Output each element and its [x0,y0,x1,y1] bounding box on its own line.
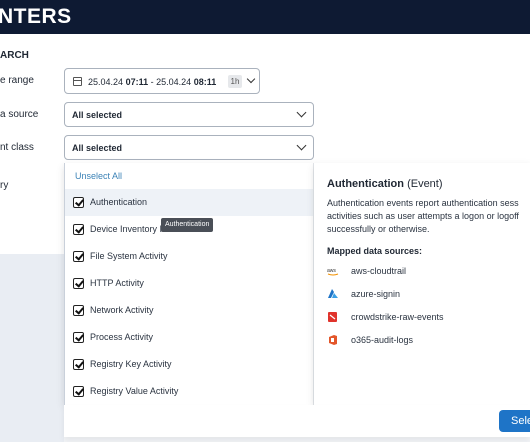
option-authentication[interactable]: Authentication [65,189,313,216]
event-class-dropdown: Unselect All Authentication Device Inven… [64,163,314,405]
office-icon [327,335,339,345]
time-range-picker[interactable]: 25.04.24 07:11 - 25.04.24 08:11 1h [64,68,260,94]
data-source-value: All selected [72,110,123,120]
option-label: File System Activity [90,251,168,261]
option-label: Process Activity [90,332,154,342]
option-process-activity[interactable]: Process Activity [65,324,313,351]
chevron-down-icon[interactable] [246,74,256,84]
checkbox[interactable] [73,224,84,235]
duration-badge[interactable]: 1h [228,75,242,88]
mapped-sources-label: Mapped data sources: [327,246,423,256]
option-label: Registry Value Activity [90,386,179,396]
event-class-label: nt class [0,142,34,153]
select-button[interactable]: Sele [499,410,530,432]
background-area [0,254,64,442]
aws-icon: aws [327,266,339,276]
checkbox[interactable] [73,359,84,370]
option-label: Registry Key Activity [90,359,172,369]
checkbox[interactable] [73,278,84,289]
option-file-system-activity[interactable]: File System Activity [65,243,313,270]
data-source-label: a source [0,109,39,120]
event-class-select[interactable]: All selected [64,135,314,160]
event-class-value: All selected [72,143,123,153]
chevron-down-icon [296,140,307,151]
option-network-activity[interactable]: Network Activity [65,297,313,324]
unselect-all-link[interactable]: Unselect All [75,171,122,181]
section-label: ARCH [0,50,29,61]
dialog-footer [64,405,530,437]
crowdstrike-icon [327,312,339,322]
tooltip: Authentication [161,218,214,232]
chevron-down-icon [296,107,307,118]
time-range-value: 25.04.24 07:11 - 25.04.24 08:11 [88,77,217,87]
option-registry-value-activity[interactable]: Registry Value Activity [65,378,313,405]
checkbox[interactable] [73,386,84,397]
checkbox[interactable] [73,305,84,316]
azure-icon [327,289,339,299]
details-title: Authentication (Event) [327,178,443,190]
option-registry-key-activity[interactable]: Registry Key Activity [65,351,313,378]
checkbox[interactable] [73,197,84,208]
data-source-select[interactable]: All selected [64,102,314,127]
checkbox[interactable] [73,251,84,262]
option-http-activity[interactable]: HTTP Activity [65,270,313,297]
svg-text:aws: aws [327,268,336,274]
app-header: NTERS [0,0,530,34]
category-label: ry [0,180,9,191]
details-description: Authentication events report authenticat… [327,198,519,234]
option-label: Network Activity [90,305,154,315]
option-label: Authentication [90,197,148,207]
time-range-label: e range [0,75,34,86]
page-title: NTERS [0,5,72,28]
option-label: HTTP Activity [90,278,144,288]
calendar-icon [73,77,82,86]
event-details-panel: Authentication (Event) Authentication ev… [314,163,530,405]
checkbox[interactable] [73,332,84,343]
